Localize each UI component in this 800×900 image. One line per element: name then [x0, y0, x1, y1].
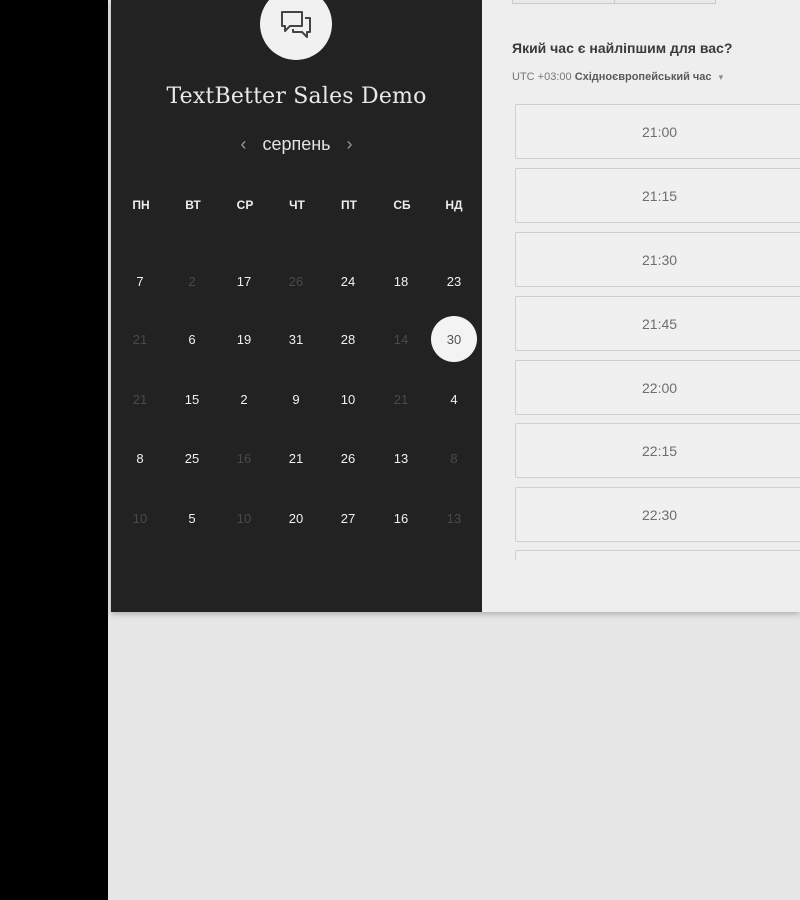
- calendar-day-selected[interactable]: 30: [431, 316, 477, 362]
- calendar-day: 14: [393, 331, 409, 347]
- calendar-day: 21: [132, 391, 148, 407]
- calendar-day: 21: [132, 331, 148, 347]
- caret-down-icon: ▾: [718, 72, 724, 82]
- calendar-day: 21: [393, 391, 409, 407]
- calendar-day[interactable]: 4: [431, 376, 477, 422]
- toggle-divider: [614, 0, 615, 4]
- time-slot[interactable]: 22:30: [515, 487, 800, 542]
- calendar-day[interactable]: 21: [273, 435, 319, 481]
- time-slot[interactable]: 21:45: [515, 296, 800, 351]
- calendar-day[interactable]: 2: [221, 376, 267, 422]
- calendar-day[interactable]: 8: [117, 435, 163, 481]
- timezone-offset: UTC +03:00: [512, 71, 572, 83]
- calendar-day[interactable]: 31: [273, 316, 319, 362]
- calendar-day[interactable]: 18: [378, 258, 424, 304]
- calendar-day[interactable]: 15: [169, 376, 215, 422]
- calendar-panel: TextBetter Sales Demo ‹ серпень › ПН ВТ …: [111, 0, 482, 612]
- calendar-day: 16: [236, 450, 252, 466]
- view-toggle[interactable]: [512, 0, 716, 4]
- calendar-day[interactable]: 20: [273, 495, 319, 541]
- time-slot[interactable]: 22:15: [515, 423, 800, 478]
- calendar-day[interactable]: 27: [325, 495, 371, 541]
- calendar-day: 2: [188, 273, 196, 289]
- calendar-day[interactable]: 26: [325, 435, 371, 481]
- calendar-day[interactable]: 5: [169, 495, 215, 541]
- time-question: Який час є найліпшим для вас?: [512, 40, 733, 56]
- left-black-strip: [0, 0, 108, 900]
- calendar-day[interactable]: 28: [325, 316, 371, 362]
- calendar-day[interactable]: 9: [273, 376, 319, 422]
- calendar-day[interactable]: 13: [378, 435, 424, 481]
- calendar-day[interactable]: 6: [169, 316, 215, 362]
- calendar-day: 13: [446, 510, 462, 526]
- timezone-selector[interactable]: UTC +03:00 Східноєвропейський час ▾: [512, 71, 723, 83]
- time-panel: Який час є найліпшим для вас? UTC +03:00…: [482, 0, 800, 612]
- calendar-day: 26: [288, 273, 304, 289]
- time-slot[interactable]: 21:30: [515, 232, 800, 287]
- calendar-day: 8: [450, 450, 458, 466]
- calendar-day[interactable]: 7: [117, 258, 163, 304]
- calendar-day[interactable]: 16: [378, 495, 424, 541]
- calendar-day[interactable]: 25: [169, 435, 215, 481]
- calendar-day: 10: [236, 510, 252, 526]
- scheduler-card: TextBetter Sales Demo ‹ серпень › ПН ВТ …: [111, 0, 800, 612]
- time-slot-partial[interactable]: [515, 550, 800, 560]
- timezone-name: Східноєвропейський час: [574, 71, 712, 83]
- calendar-day[interactable]: 17: [221, 258, 267, 304]
- calendar-day[interactable]: 10: [325, 376, 371, 422]
- calendar-day[interactable]: 24: [325, 258, 371, 304]
- calendar-day[interactable]: 23: [431, 258, 477, 304]
- time-slot[interactable]: 21:00: [515, 104, 800, 159]
- calendar-grid: 7 2 17 26 24 18 23 21 6 19 31 28 14 30 21 15 2 9 10 21 4 8 25 1…: [111, 0, 482, 600]
- calendar-day[interactable]: 19: [221, 316, 267, 362]
- calendar-day: 10: [132, 510, 148, 526]
- time-slot[interactable]: 22:00: [515, 360, 800, 415]
- time-slot[interactable]: 21:15: [515, 168, 800, 223]
